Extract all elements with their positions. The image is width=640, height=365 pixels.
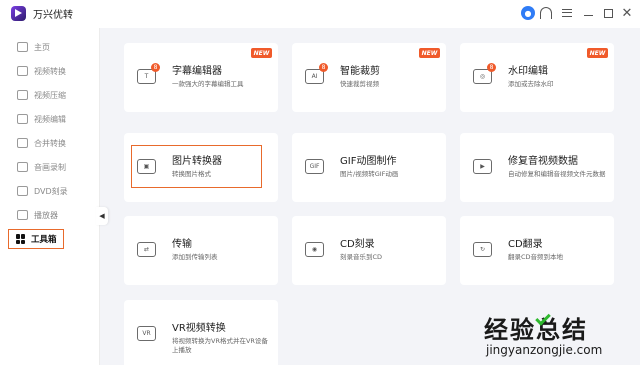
tool-card-cd-burn[interactable]: ◉ CD刻录 刻录音乐到CD: [292, 216, 446, 285]
user-account-icon[interactable]: ●: [520, 5, 536, 21]
dvd-icon: [17, 186, 28, 196]
sidebar-item-merge[interactable]: 合并转换: [8, 133, 94, 153]
sidebar: 主页 视频转换 视频压缩 视频编辑 合并转换 音画录制 DVD刻录 播放器 工具…: [0, 28, 100, 365]
tool-card-gif-maker[interactable]: GIF GIF动图制作 图片/视频转GIF动画: [292, 133, 446, 202]
tool-title: 修复音视频数据: [508, 156, 578, 167]
tool-title: VR视频转换: [172, 323, 226, 334]
record-icon: [17, 162, 28, 172]
new-badge: NEW: [251, 48, 272, 58]
sidebar-item-label: 播放器: [34, 210, 58, 220]
tool-card-vr-convert[interactable]: VR VR视频转换 将视频转换为VR格式并在VR设备上播放: [124, 300, 278, 365]
tool-card-subtitle-editor[interactable]: T 8 NEW 字幕编辑器 一款强大的字幕编辑工具: [124, 43, 278, 112]
new-badge: NEW: [419, 48, 440, 58]
tool-description: 快速裁剪视频: [340, 80, 379, 88]
tool-description: 添加到传输列表: [172, 253, 218, 261]
compress-icon: [17, 90, 28, 100]
title-bar: 万兴优转 ● ✕: [0, 0, 640, 28]
maximize-icon[interactable]: [600, 5, 616, 21]
support-headset-icon[interactable]: [538, 5, 554, 21]
cd-burn-icon: ◉: [305, 242, 324, 257]
app-title: 万兴优转: [33, 10, 73, 21]
sidebar-item-label: 视频编辑: [34, 114, 66, 124]
tool-title: 字幕编辑器: [172, 66, 222, 77]
video-repair-icon: ▶: [473, 159, 492, 174]
count-badge: 8: [319, 63, 328, 72]
player-icon: [17, 210, 28, 220]
tool-description: 将视频转换为VR格式并在VR设备上播放: [172, 337, 268, 354]
cd-rip-icon: ↻: [473, 242, 492, 257]
sidebar-item-dvd[interactable]: DVD刻录: [8, 181, 94, 201]
transfer-icon: ⇄: [137, 242, 156, 257]
close-icon[interactable]: ✕: [619, 5, 635, 21]
tool-description: 一款强大的字幕编辑工具: [172, 80, 244, 88]
watermark: 经验总结 jingyanzongjie.com: [478, 310, 638, 362]
watermark-title: 经验总结: [484, 316, 588, 344]
sidebar-collapse-button[interactable]: ◀: [96, 207, 108, 225]
sidebar-item-video-convert[interactable]: 视频转换: [8, 61, 94, 81]
sidebar-item-label: 工具箱: [31, 235, 57, 245]
tool-description: 翻录CD音频到本地: [508, 253, 564, 261]
tool-card-cd-rip[interactable]: ↻ CD翻录 翻录CD音频到本地: [460, 216, 614, 285]
tool-title: 传输: [172, 239, 192, 250]
scissors-icon: [17, 114, 28, 124]
toolbox-icon: [16, 234, 26, 244]
sidebar-item-toolbox[interactable]: 工具箱: [8, 229, 64, 249]
tool-title: CD翻录: [508, 239, 543, 250]
tool-card-smart-crop[interactable]: AI 8 NEW 智能裁剪 快速裁剪视频: [292, 43, 446, 112]
sidebar-item-label: 合并转换: [34, 138, 66, 148]
sidebar-item-record[interactable]: 音画录制: [8, 157, 94, 177]
menu-icon[interactable]: [559, 5, 575, 21]
vr-headset-icon: VR: [137, 326, 156, 341]
watermark-url: jingyanzongjie.com: [486, 343, 603, 357]
tool-title: 智能裁剪: [340, 66, 380, 77]
tool-title: GIF动图制作: [340, 156, 397, 167]
new-badge: NEW: [587, 48, 608, 58]
convert-icon: [17, 66, 28, 76]
sidebar-item-video-compress[interactable]: 视频压缩: [8, 85, 94, 105]
merge-icon: [17, 138, 28, 148]
highlight-annotation: [131, 145, 262, 188]
tool-card-transfer[interactable]: ⇄ 传输 添加到传输列表: [124, 216, 278, 285]
sidebar-item-player[interactable]: 播放器: [8, 205, 94, 225]
sidebar-item-video-edit[interactable]: 视频编辑: [8, 109, 94, 129]
tool-description: 刻录音乐到CD: [340, 253, 383, 261]
sidebar-item-label: 视频压缩: [34, 90, 66, 100]
tool-description: 图片/视频转GIF动画: [340, 170, 399, 178]
count-badge: 8: [151, 63, 160, 72]
sidebar-item-label: 主页: [34, 42, 50, 52]
count-badge: 8: [487, 63, 496, 72]
gif-icon: GIF: [305, 159, 324, 174]
tool-title: CD刻录: [340, 239, 375, 250]
tool-description: 自动修复和编辑音视频文件元数据: [508, 170, 606, 178]
home-icon: [17, 42, 28, 52]
tool-card-fix-metadata[interactable]: ▶ 修复音视频数据 自动修复和编辑音视频文件元数据: [460, 133, 614, 202]
tool-description: 添加或去除水印: [508, 80, 554, 88]
sidebar-item-home[interactable]: 主页: [8, 37, 94, 57]
sidebar-item-label: 音画录制: [34, 162, 66, 172]
minimize-icon[interactable]: [580, 5, 596, 21]
sidebar-item-label: DVD刻录: [34, 186, 68, 196]
sidebar-item-label: 视频转换: [34, 66, 66, 76]
tool-title: 水印编辑: [508, 66, 548, 77]
app-logo-icon: [11, 6, 26, 21]
tool-card-watermark-editor[interactable]: ◎ 8 NEW 水印编辑 添加或去除水印: [460, 43, 614, 112]
